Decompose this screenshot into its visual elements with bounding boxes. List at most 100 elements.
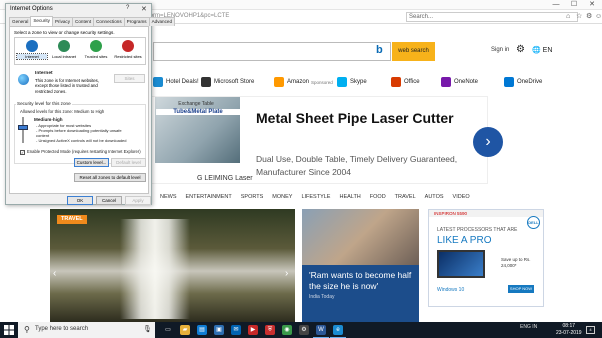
carousel-prev-icon[interactable]: ‹ bbox=[53, 268, 56, 279]
quick-link-microsoft-store[interactable]: Microsoft Store bbox=[201, 75, 254, 89]
ok-button[interactable]: OK bbox=[67, 196, 93, 205]
tab-advanced[interactable]: Advanced bbox=[148, 17, 176, 26]
video-icon[interactable]: ▶ bbox=[248, 325, 258, 335]
nav-item-money[interactable]: MONEY bbox=[272, 194, 292, 204]
chrome-icon[interactable]: ◉ bbox=[282, 325, 292, 335]
tray-region[interactable]: IN bbox=[532, 324, 537, 330]
level-group-title: Security level for this zone bbox=[16, 101, 72, 106]
maximize-button[interactable]: ☐ bbox=[566, 0, 582, 10]
security-slider-thumb[interactable] bbox=[18, 125, 28, 130]
nav-item-food[interactable]: FOOD bbox=[370, 194, 386, 204]
browser-search-input[interactable]: Search... bbox=[406, 12, 578, 22]
cancel-button[interactable]: Cancel bbox=[96, 196, 122, 205]
tab-general[interactable]: General bbox=[9, 17, 32, 26]
zone-internet[interactable]: Internet bbox=[16, 40, 48, 60]
shop-now-button[interactable]: SHOP NOW bbox=[508, 285, 534, 293]
waterfall-image bbox=[120, 219, 190, 319]
mail-icon[interactable]: ✉ bbox=[231, 325, 241, 335]
tab-programs[interactable]: Programs bbox=[123, 17, 150, 26]
nav-item-entertainment[interactable]: ENTERTAINMENT bbox=[186, 194, 232, 204]
carousel-next-icon[interactable]: › bbox=[285, 268, 288, 279]
nav-item-travel[interactable]: TRAVEL bbox=[395, 194, 416, 204]
help-button[interactable]: ? bbox=[126, 5, 129, 11]
tools-gear-icon[interactable]: ⚙ bbox=[586, 13, 592, 21]
travel-badge[interactable]: TRAVEL bbox=[57, 215, 87, 224]
quick-link-onedrive[interactable]: OneDrive bbox=[504, 75, 542, 89]
ad-price: Save up to Rs. 24,000* bbox=[501, 257, 531, 268]
nav-item-video[interactable]: VIDEO bbox=[453, 194, 470, 204]
tab-connections[interactable]: Connections bbox=[93, 17, 125, 26]
windows-start-icon[interactable] bbox=[4, 325, 14, 335]
settings-gear-icon[interactable]: ⚙ bbox=[516, 44, 525, 55]
tab-security[interactable]: Security bbox=[30, 16, 53, 26]
edge-icon[interactable]: e bbox=[330, 325, 346, 338]
settings-icon[interactable]: ⚙ bbox=[299, 325, 309, 335]
photos-icon[interactable]: ▣ bbox=[214, 325, 224, 335]
story-card[interactable]: 'Ram wants to become half the size he is… bbox=[302, 209, 419, 322]
globe-icon bbox=[26, 40, 38, 52]
taskbar-search-box[interactable]: ⚲ Type here to search 🎙 bbox=[18, 322, 155, 338]
quick-link-amazon[interactable]: Amazon Sponsored bbox=[274, 75, 333, 89]
quick-link-office[interactable]: Office bbox=[391, 75, 420, 89]
language-label: EN bbox=[542, 47, 553, 54]
zone-description: This zone is for Internet websites, exce… bbox=[35, 78, 100, 94]
quick-link-label: Hotel Deals! bbox=[166, 79, 199, 85]
store-icon[interactable]: ▤ bbox=[197, 325, 207, 335]
security-slider-track[interactable] bbox=[22, 117, 24, 143]
intranet-icon bbox=[58, 40, 70, 52]
nav-item-sports[interactable]: SPORTS bbox=[241, 194, 264, 204]
ad-line1: LATEST PROCESSORS THAT ARE bbox=[437, 227, 518, 233]
tab-privacy[interactable]: Privacy bbox=[51, 17, 74, 26]
minimize-button[interactable]: — bbox=[548, 0, 564, 10]
favorites-star-icon[interactable]: ☆ bbox=[576, 13, 582, 21]
nav-item-health[interactable]: HEALTH bbox=[339, 194, 360, 204]
story-source: India Today bbox=[309, 294, 335, 300]
microphone-icon[interactable]: 🎙 bbox=[143, 325, 152, 333]
clock[interactable]: 08:17 23-07-2019 bbox=[556, 323, 582, 337]
signin-link[interactable]: Sign in bbox=[491, 47, 509, 53]
folder-icon[interactable]: ▰ bbox=[180, 325, 190, 335]
notification-icon[interactable]: 4 bbox=[586, 326, 595, 334]
system-tray[interactable]: ENG IN bbox=[520, 324, 537, 330]
task-view-icon[interactable]: ▭ bbox=[163, 325, 173, 335]
zone-restricted-sites[interactable]: Restricted sites bbox=[113, 40, 143, 59]
zone-local-intranet[interactable]: Local intranet bbox=[49, 40, 79, 59]
nav-item-lifestyle[interactable]: LIFESTYLE bbox=[301, 194, 330, 204]
close-window-button[interactable]: ✕ bbox=[584, 0, 600, 10]
dell-ad[interactable]: INSPIRON 5590 DELL LATEST PROCESSORS THA… bbox=[428, 209, 544, 307]
zone-trusted-sites[interactable]: Trusted sites bbox=[81, 40, 111, 59]
quick-link-hotel-deals[interactable]: Hotel Deals! bbox=[153, 75, 199, 89]
laptop-image bbox=[437, 250, 485, 278]
level-name: Medium-high bbox=[34, 117, 63, 122]
home-icon[interactable]: ⌂ bbox=[566, 13, 570, 21]
zone-name: Internet bbox=[35, 71, 53, 76]
language-selector[interactable]: 🌐 EN bbox=[532, 46, 552, 54]
msn-search-input[interactable] bbox=[153, 42, 391, 61]
custom-level-button[interactable]: Custom level... bbox=[74, 158, 109, 167]
ad-arrow-button[interactable]: › bbox=[473, 127, 503, 157]
web-search-button[interactable]: web search bbox=[392, 42, 435, 61]
sites-button[interactable]: Sites bbox=[114, 74, 145, 83]
story-image bbox=[302, 209, 419, 265]
ad-headline[interactable]: Metal Sheet Pipe Laser Cutter bbox=[256, 108, 456, 129]
story-title[interactable]: 'Ram wants to become half the size he is… bbox=[309, 270, 415, 292]
dell-logo-icon: DELL bbox=[527, 216, 540, 229]
nav-item-autos[interactable]: AUTOS bbox=[425, 194, 444, 204]
feedback-smiley-icon[interactable]: ☺ bbox=[595, 13, 602, 21]
protected-mode-checkbox[interactable]: ✓ bbox=[20, 150, 25, 155]
hero-image[interactable] bbox=[50, 209, 295, 322]
shield-icon[interactable]: ⛨ bbox=[265, 325, 275, 335]
reset-all-zones-button[interactable]: Reset all zones to default level bbox=[74, 173, 146, 182]
dialog-close-button[interactable]: ✕ bbox=[141, 5, 147, 13]
word-icon[interactable]: W bbox=[313, 325, 329, 338]
tray-language[interactable]: ENG bbox=[520, 324, 531, 330]
quick-link-onenote[interactable]: OneNote bbox=[441, 75, 478, 89]
no-entry-icon bbox=[122, 40, 134, 52]
quick-link-label: OneNote bbox=[454, 79, 479, 85]
microsoft-store-icon bbox=[201, 77, 211, 87]
quick-link-skype[interactable]: Skype bbox=[337, 75, 367, 89]
dialog-title: Internet Options bbox=[10, 6, 53, 12]
nav-item-news[interactable]: NEWS bbox=[160, 194, 177, 204]
tab-content[interactable]: Content bbox=[72, 17, 95, 26]
zone-label: Trusted sites bbox=[84, 54, 108, 59]
